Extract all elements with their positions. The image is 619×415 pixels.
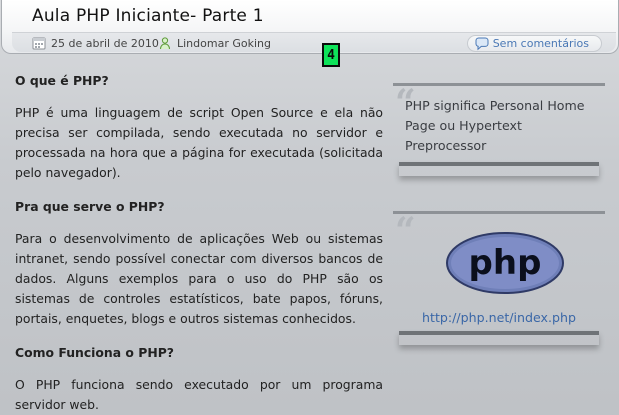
post-header: Aula PHP Iniciante- Parte 1 25 de abril … (1, 0, 619, 54)
section-paragraph: PHP é uma linguagem de script Open Sourc… (15, 105, 383, 180)
section-paragraph: Para o desenvolvimento de aplicações Web… (15, 231, 383, 326)
php-website-link[interactable]: http://php.net/index.php (399, 310, 599, 325)
section-heading: O que é PHP? (15, 73, 109, 88)
post-author[interactable]: Lindomar Goking (158, 36, 271, 50)
comments-link[interactable]: Sem comentários (466, 35, 602, 52)
pull-quote: “ php http://php.net/index.php (393, 211, 605, 357)
user-icon (158, 36, 172, 50)
post-date-text: 25 de abril de 2010 (51, 36, 159, 50)
pull-quote-divider (399, 331, 599, 345)
post-date: 25 de abril de 2010 (32, 36, 159, 50)
section-paragraph: O PHP funciona sendo executado por um pr… (15, 377, 383, 412)
article-sidebar: “ PHP significa Personal Home Page ou Hy… (393, 83, 605, 357)
pull-quote-divider (399, 162, 599, 176)
annotation-badge: 4 (322, 43, 340, 67)
article-content: O que é PHP? PHP é uma linguagem de scri… (15, 71, 383, 415)
calendar-icon (32, 36, 46, 50)
quote-mark-icon: “ (395, 210, 416, 252)
php-logo: php (399, 230, 611, 296)
post-title: Aula PHP Iniciante- Parte 1 (32, 6, 264, 26)
section-heading: Pra que serve o PHP? (15, 199, 165, 214)
comment-bubble-icon (474, 37, 489, 51)
comments-label[interactable]: Sem comentários (493, 37, 589, 50)
pull-quote: “ PHP significa Personal Home Page ou Hy… (393, 83, 605, 175)
post-meta-bar: 25 de abril de 2010 Lindomar Goking Sem … (12, 32, 616, 52)
pull-quote-text: PHP significa Personal Home Page ou Hype… (405, 98, 585, 153)
section-heading: Como Funciona o PHP? (15, 345, 174, 360)
php-logo-text: php (469, 243, 542, 283)
post-author-text[interactable]: Lindomar Goking (177, 37, 271, 50)
